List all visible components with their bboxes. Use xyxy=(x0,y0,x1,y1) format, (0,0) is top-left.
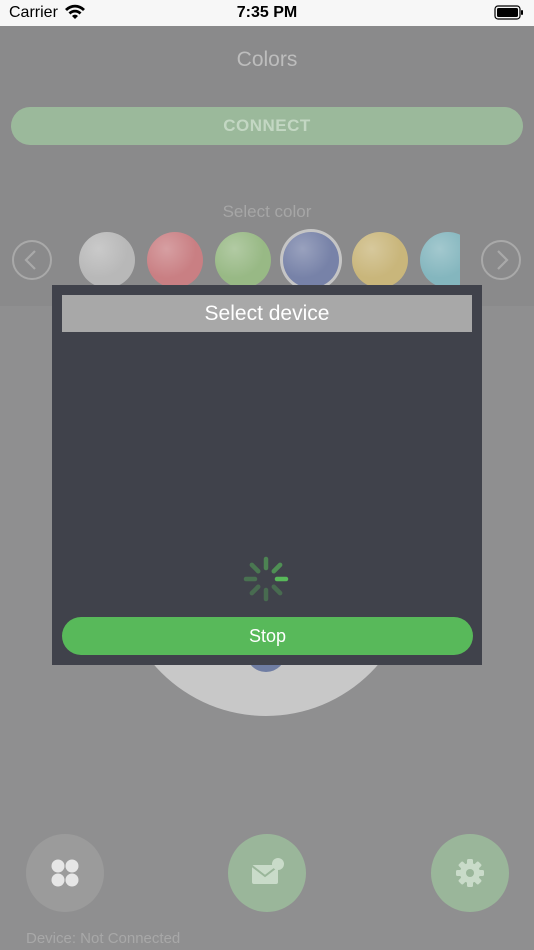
connect-button[interactable]: CONNECT xyxy=(11,107,523,145)
battery-icon xyxy=(494,5,523,20)
mail-notification-icon xyxy=(251,858,284,884)
device-status-text: Device: Not Connected xyxy=(26,930,181,947)
messages-button[interactable] xyxy=(228,834,306,912)
settings-button[interactable] xyxy=(431,834,509,912)
select-color-label: Select color xyxy=(222,202,312,221)
color-swatch[interactable] xyxy=(283,232,339,288)
menu-button[interactable] xyxy=(26,834,104,912)
grid-icon xyxy=(51,859,79,887)
chevron-left-icon[interactable] xyxy=(12,240,52,280)
stop-button[interactable]: Stop xyxy=(62,617,473,655)
color-swatch[interactable] xyxy=(215,232,271,288)
chevron-right-icon[interactable] xyxy=(481,240,521,280)
dialog-title: Select device xyxy=(62,295,472,332)
page-title: Colors xyxy=(236,48,298,71)
color-swatch[interactable] xyxy=(79,232,135,288)
color-swatch[interactable] xyxy=(147,232,203,288)
select-device-dialog: Select device Stop xyxy=(52,285,482,665)
clock: 7:35 PM xyxy=(236,4,298,21)
gear-icon xyxy=(456,859,484,887)
color-swatch[interactable] xyxy=(420,232,460,288)
status-bar: Carrier 7:35 PM xyxy=(0,0,534,26)
loading-spinner-icon xyxy=(243,556,289,602)
color-swatch[interactable] xyxy=(352,232,408,288)
